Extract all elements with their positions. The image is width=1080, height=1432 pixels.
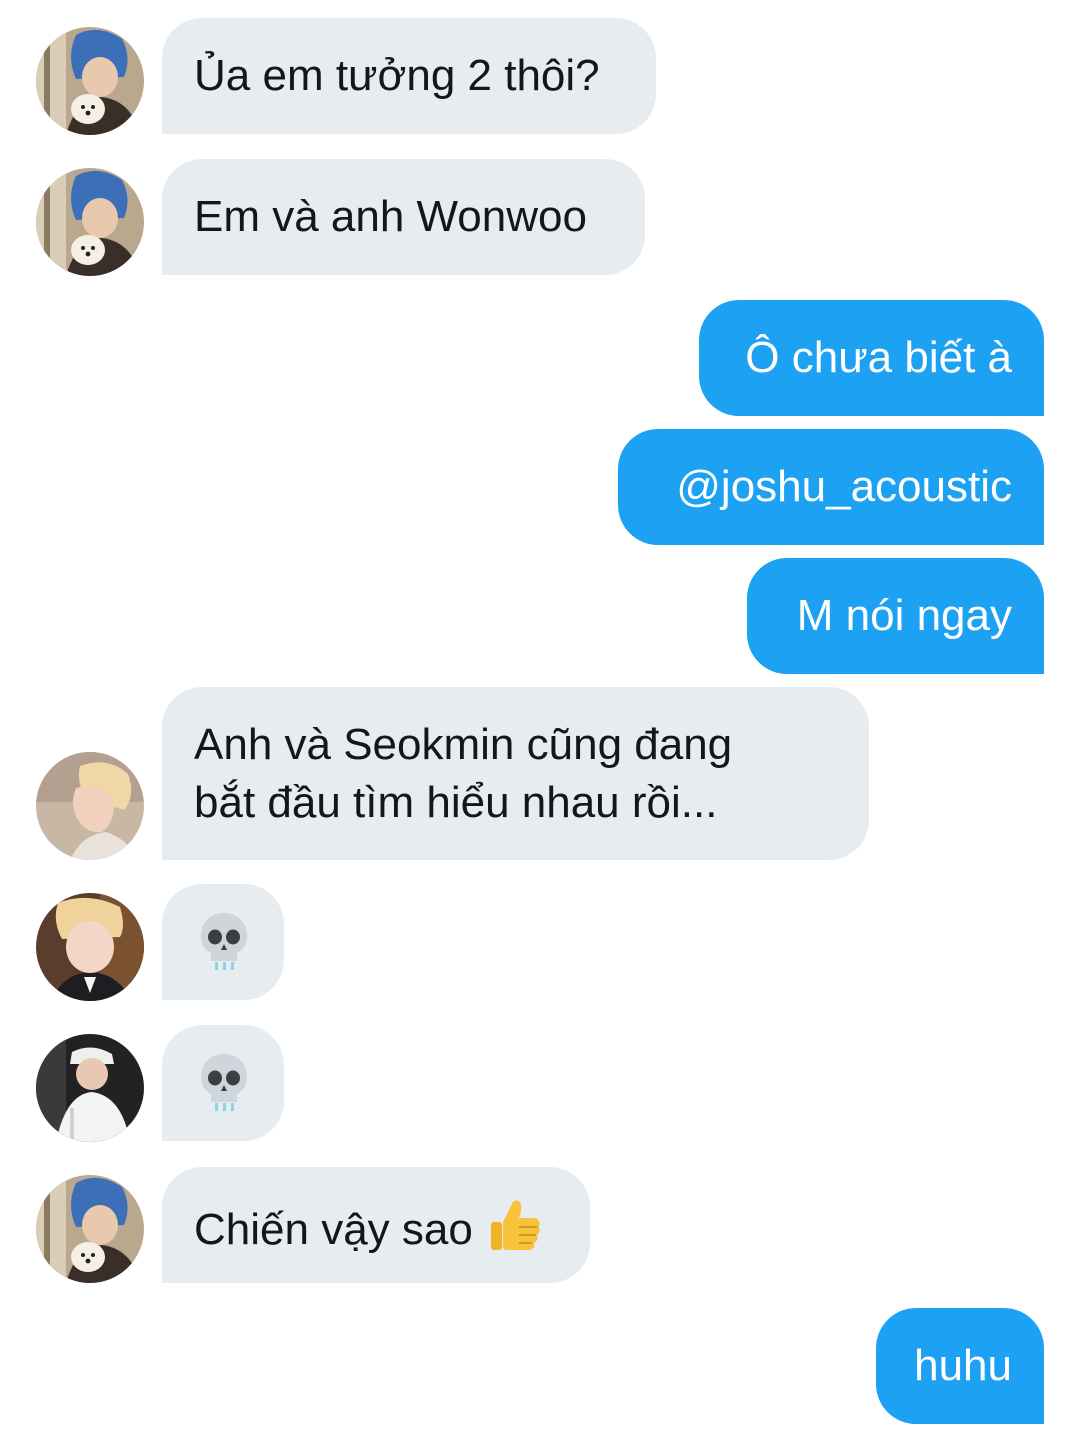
message-text-line-1: Anh và Seokmin cũng đang: [194, 720, 733, 769]
skull-icon: [201, 913, 247, 971]
message-text: Ủa em tưởng 2 thôi?: [194, 51, 600, 100]
message-text: Em và anh Wonwoo: [194, 192, 587, 241]
message-bubble-incoming[interactable]: [162, 884, 284, 1000]
message-bubble-outgoing[interactable]: M nói ngay: [747, 558, 1044, 674]
message-bubble-incoming[interactable]: Chiến vậy sao: [162, 1167, 590, 1283]
message-text: huhu: [914, 1341, 1012, 1390]
avatar-selfie-blonde-suit[interactable]: [36, 893, 144, 1001]
blue-hair-with-puppy-avatar-icon: [36, 168, 144, 276]
avatar-blue-hair-puppy[interactable]: [36, 1175, 144, 1283]
blue-hair-with-puppy-avatar-icon: [36, 1175, 144, 1283]
selfie-blonde-suit-avatar-icon: [36, 893, 144, 1001]
avatar-blue-hair-puppy[interactable]: [36, 168, 144, 276]
white-outfit-cap-avatar-icon: [36, 1034, 144, 1142]
skull-icon: [201, 1054, 247, 1112]
message-text: Ô chưa biết à: [745, 333, 1012, 382]
message-bubble-incoming[interactable]: Ủa em tưởng 2 thôi?: [162, 18, 656, 134]
avatar-blonde-profile[interactable]: [36, 752, 144, 860]
thumbs-up-icon: [490, 1200, 540, 1250]
message-bubble-outgoing[interactable]: Ô chưa biết à: [699, 300, 1044, 416]
mention-link[interactable]: @joshu_acoustic: [676, 462, 1012, 511]
message-bubble-incoming[interactable]: Em và anh Wonwoo: [162, 159, 645, 275]
message-text-line-2: bắt đầu tìm hiểu nhau rồi...: [194, 778, 718, 827]
message-bubble-outgoing[interactable]: @joshu_acoustic: [618, 429, 1044, 545]
message-text: M nói ngay: [796, 591, 1012, 640]
blue-hair-with-puppy-avatar-icon: [36, 27, 144, 135]
message-bubble-incoming[interactable]: [162, 1025, 284, 1141]
blonde-profile-avatar-icon: [36, 752, 144, 860]
message-text: Chiến vậy sao: [194, 1205, 473, 1254]
avatar-blue-hair-puppy[interactable]: [36, 27, 144, 135]
avatar-white-outfit-cap[interactable]: [36, 1034, 144, 1142]
message-bubble-outgoing[interactable]: huhu: [876, 1308, 1044, 1424]
message-bubble-incoming[interactable]: Anh và Seokmin cũng đang bắt đầu tìm hiể…: [162, 687, 869, 860]
